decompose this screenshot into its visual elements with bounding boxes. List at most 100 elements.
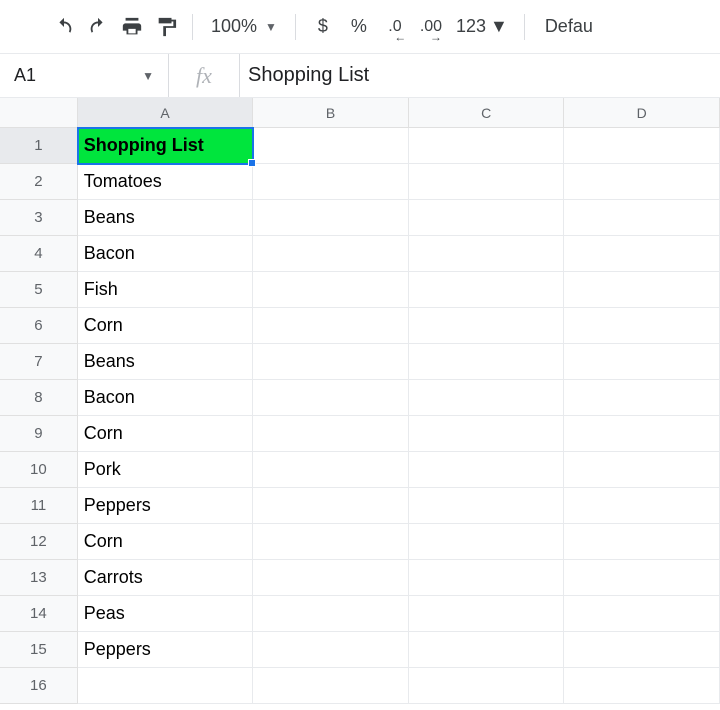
cell[interactable] bbox=[409, 668, 565, 704]
cell[interactable] bbox=[409, 128, 565, 164]
row-header[interactable]: 11 bbox=[0, 488, 78, 524]
undo-button[interactable] bbox=[48, 11, 80, 43]
cell[interactable] bbox=[253, 524, 409, 560]
cell[interactable] bbox=[253, 452, 409, 488]
cell[interactable] bbox=[253, 200, 409, 236]
cell[interactable] bbox=[253, 596, 409, 632]
cell[interactable] bbox=[564, 200, 720, 236]
font-family-dropdown[interactable]: Defau bbox=[535, 16, 603, 37]
cell[interactable]: Corn bbox=[78, 308, 254, 344]
row-header[interactable]: 9 bbox=[0, 416, 78, 452]
cell[interactable]: Peppers bbox=[78, 488, 254, 524]
cell[interactable] bbox=[253, 380, 409, 416]
cell[interactable] bbox=[564, 164, 720, 200]
row-header[interactable]: 8 bbox=[0, 380, 78, 416]
column-header-c[interactable]: C bbox=[409, 98, 565, 127]
cell[interactable] bbox=[409, 164, 565, 200]
cell[interactable] bbox=[564, 308, 720, 344]
name-box[interactable]: A1 ▼ bbox=[0, 54, 168, 97]
select-all-corner[interactable] bbox=[0, 98, 78, 127]
cell[interactable]: Peppers bbox=[78, 632, 254, 668]
cell[interactable] bbox=[409, 200, 565, 236]
cell[interactable] bbox=[564, 596, 720, 632]
cell[interactable]: Shopping List bbox=[78, 128, 254, 164]
cell[interactable] bbox=[253, 164, 409, 200]
column-header-a[interactable]: A bbox=[78, 98, 254, 127]
cell[interactable] bbox=[253, 128, 409, 164]
cell[interactable] bbox=[564, 524, 720, 560]
cell[interactable] bbox=[253, 632, 409, 668]
cell[interactable] bbox=[253, 560, 409, 596]
cell[interactable] bbox=[409, 596, 565, 632]
cell[interactable] bbox=[409, 452, 565, 488]
row-header[interactable]: 13 bbox=[0, 560, 78, 596]
row-header[interactable]: 14 bbox=[0, 596, 78, 632]
cell[interactable] bbox=[564, 416, 720, 452]
cell[interactable] bbox=[253, 488, 409, 524]
cell[interactable] bbox=[564, 452, 720, 488]
cell[interactable]: Bacon bbox=[78, 380, 254, 416]
cell[interactable]: Beans bbox=[78, 200, 254, 236]
row-header[interactable]: 12 bbox=[0, 524, 78, 560]
cell[interactable] bbox=[409, 488, 565, 524]
row-header[interactable]: 3 bbox=[0, 200, 78, 236]
cell[interactable] bbox=[409, 272, 565, 308]
column-header-d[interactable]: D bbox=[564, 98, 720, 127]
cell[interactable] bbox=[564, 488, 720, 524]
cell[interactable]: Bacon bbox=[78, 236, 254, 272]
cell[interactable] bbox=[409, 344, 565, 380]
cell[interactable]: Beans bbox=[78, 344, 254, 380]
cell[interactable]: Pork bbox=[78, 452, 254, 488]
row-header[interactable]: 4 bbox=[0, 236, 78, 272]
row-header[interactable]: 6 bbox=[0, 308, 78, 344]
row-header[interactable]: 2 bbox=[0, 164, 78, 200]
cell[interactable] bbox=[253, 668, 409, 704]
row-header[interactable]: 1 bbox=[0, 128, 78, 164]
column-header-b[interactable]: B bbox=[253, 98, 409, 127]
paint-format-button[interactable] bbox=[150, 11, 182, 43]
cell[interactable]: Corn bbox=[78, 416, 254, 452]
decrease-decimal-button[interactable]: .0 ← bbox=[378, 11, 412, 43]
print-button[interactable] bbox=[116, 11, 148, 43]
cell[interactable] bbox=[564, 344, 720, 380]
cell[interactable] bbox=[564, 668, 720, 704]
redo-button[interactable] bbox=[82, 11, 114, 43]
cell[interactable] bbox=[409, 560, 565, 596]
row-header[interactable]: 16 bbox=[0, 668, 78, 704]
formula-input[interactable]: Shopping List bbox=[240, 54, 720, 97]
cell[interactable]: Tomatoes bbox=[78, 164, 254, 200]
toolbar: 100% ▼ $ % .0 ← .00 → 123 ▼ Defau bbox=[0, 0, 720, 54]
cell[interactable]: Carrots bbox=[78, 560, 254, 596]
cell[interactable] bbox=[564, 632, 720, 668]
cell[interactable] bbox=[564, 560, 720, 596]
format-currency-button[interactable]: $ bbox=[306, 11, 340, 43]
more-formats-dropdown[interactable]: 123 ▼ bbox=[450, 16, 514, 37]
cell[interactable] bbox=[409, 524, 565, 560]
cell[interactable] bbox=[253, 416, 409, 452]
increase-decimal-button[interactable]: .00 → bbox=[414, 11, 448, 43]
row-header[interactable]: 15 bbox=[0, 632, 78, 668]
cell[interactable] bbox=[564, 128, 720, 164]
format-percent-button[interactable]: % bbox=[342, 11, 376, 43]
cell[interactable] bbox=[564, 236, 720, 272]
cell[interactable]: Corn bbox=[78, 524, 254, 560]
cell[interactable] bbox=[409, 416, 565, 452]
cell[interactable] bbox=[409, 632, 565, 668]
cell[interactable] bbox=[409, 236, 565, 272]
selection-handle[interactable] bbox=[248, 159, 256, 167]
cell[interactable]: Peas bbox=[78, 596, 254, 632]
cell[interactable] bbox=[253, 236, 409, 272]
cell[interactable] bbox=[564, 380, 720, 416]
cell[interactable] bbox=[253, 308, 409, 344]
cell[interactable] bbox=[253, 272, 409, 308]
row-header[interactable]: 5 bbox=[0, 272, 78, 308]
row-header[interactable]: 7 bbox=[0, 344, 78, 380]
cell[interactable] bbox=[564, 272, 720, 308]
cell[interactable] bbox=[78, 668, 254, 704]
cell[interactable] bbox=[409, 380, 565, 416]
cell[interactable] bbox=[253, 344, 409, 380]
row-header[interactable]: 10 bbox=[0, 452, 78, 488]
cell[interactable] bbox=[409, 308, 565, 344]
zoom-dropdown[interactable]: 100% ▼ bbox=[203, 16, 285, 37]
cell[interactable]: Fish bbox=[78, 272, 254, 308]
